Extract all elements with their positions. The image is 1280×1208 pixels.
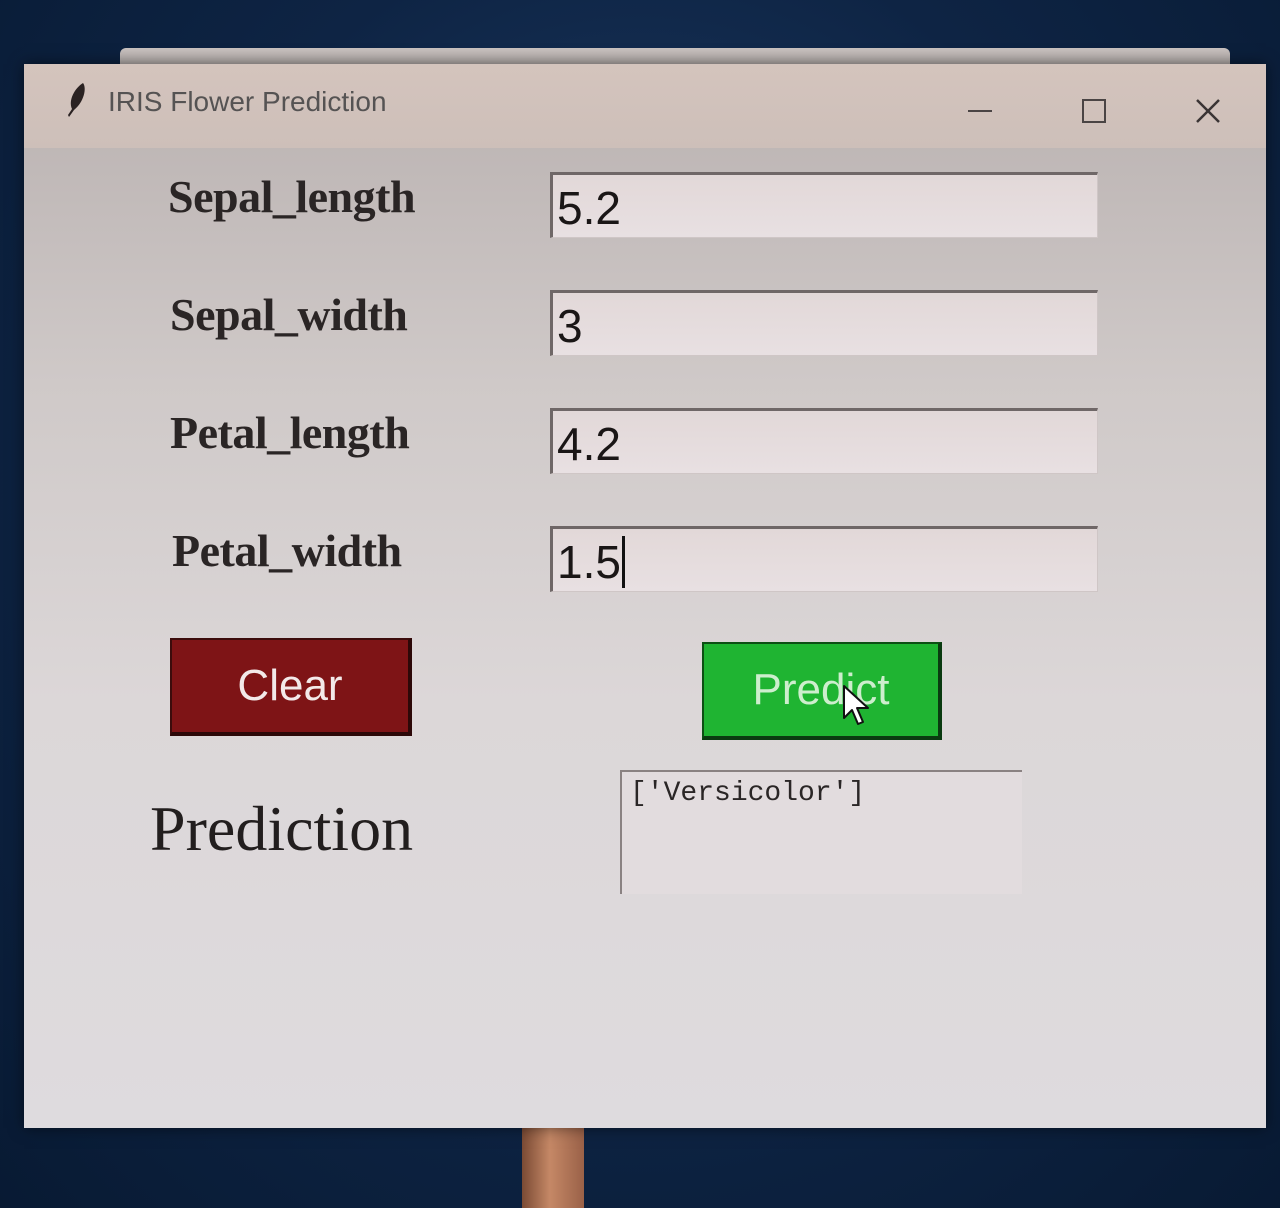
mouse-cursor-icon — [843, 685, 869, 725]
maximize-button[interactable] — [1066, 86, 1122, 136]
sepal-length-input[interactable]: 5.2 — [550, 172, 1098, 238]
feather-icon — [68, 83, 85, 117]
close-icon — [1196, 99, 1220, 123]
maximize-icon — [1082, 99, 1106, 123]
prediction-output-text: ['Versicolor'] — [630, 778, 866, 809]
sepal-length-value: 5.2 — [557, 182, 621, 234]
petal-length-value: 4.2 — [557, 418, 621, 470]
minimize-icon — [968, 110, 992, 112]
prediction-label: Prediction — [150, 793, 414, 864]
petal-width-label: Petal_width — [172, 525, 402, 576]
close-button[interactable] — [1180, 86, 1236, 136]
app-window: IRIS Flower Prediction Sepal_length 5.2 … — [24, 64, 1266, 1128]
sepal-length-label: Sepal_length — [168, 171, 416, 222]
minimize-button[interactable] — [952, 86, 1008, 136]
sepal-width-value: 3 — [557, 300, 583, 352]
sepal-width-input[interactable]: 3 — [550, 290, 1098, 356]
predict-button[interactable]: Predict — [702, 642, 942, 740]
petal-width-input[interactable]: 1.5 — [550, 526, 1098, 592]
petal-width-value: 1.5 — [557, 536, 621, 588]
prediction-output[interactable]: ['Versicolor'] — [620, 770, 1022, 894]
window-title: IRIS Flower Prediction — [108, 86, 387, 117]
petal-length-input[interactable]: 4.2 — [550, 408, 1098, 474]
text-caret — [621, 536, 625, 588]
sepal-width-label: Sepal_width — [170, 289, 408, 340]
petal-length-label: Petal_length — [170, 407, 410, 458]
clear-button[interactable]: Clear — [170, 638, 412, 736]
title-bar[interactable]: IRIS Flower Prediction — [24, 64, 1266, 148]
